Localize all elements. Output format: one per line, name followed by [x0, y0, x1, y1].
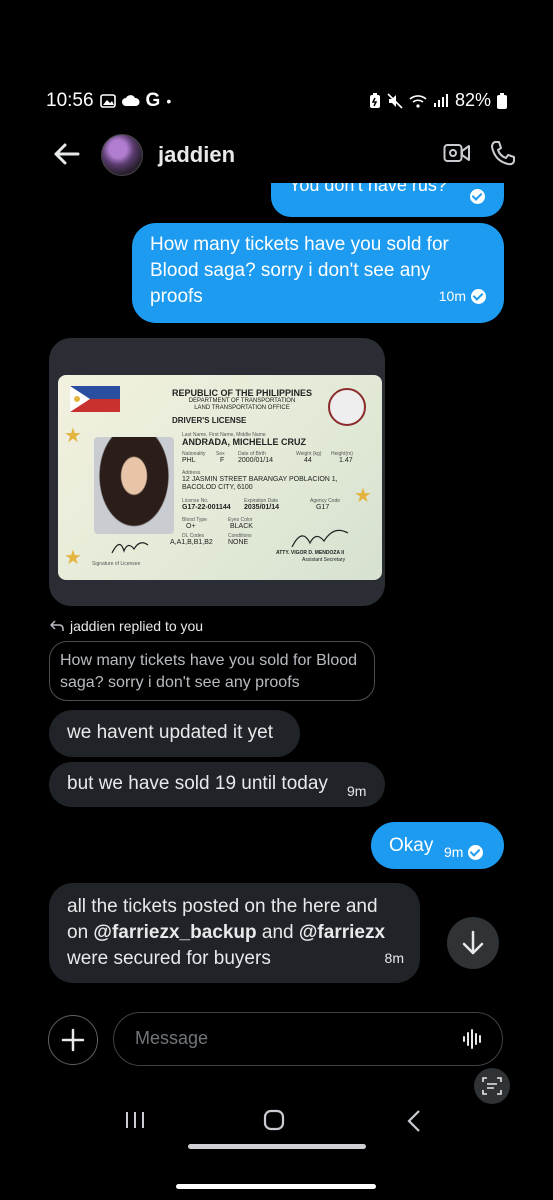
dob: 2000/01/14 [238, 457, 274, 464]
back-arrow-icon[interactable] [50, 138, 82, 170]
message-bubble-outgoing-cut[interactable]: You don't have rus? [271, 183, 504, 217]
message-bubble-incoming[interactable]: we havent updated it yet [49, 710, 300, 757]
quoted-text: How many tickets have you sold for Blood… [60, 652, 358, 691]
message-time: 9m [347, 783, 367, 799]
nationality: PHL [182, 457, 196, 464]
phone-call-icon[interactable] [489, 139, 517, 167]
back-nav-icon[interactable] [405, 1108, 423, 1134]
weight: 44 [304, 457, 312, 464]
recent-apps-icon[interactable] [123, 1108, 147, 1132]
reply-label: jaddien replied to you [70, 618, 204, 634]
officer-title: Assistant Secretary [302, 557, 346, 563]
drivers-license-image: REPUBLIC OF THE PHILIPPINES DEPARTMENT O… [58, 375, 382, 580]
status-bar-right: 82% [369, 90, 507, 111]
home-icon[interactable] [262, 1108, 286, 1132]
expiration-date: 2035/01/14 [244, 504, 280, 511]
message-line-2: on @farriezx_backup and @farriezx [67, 920, 407, 946]
star-icon: ★ [354, 485, 372, 507]
philippine-flag-icon [70, 386, 120, 412]
message-line-3: were secured for buyers [67, 948, 271, 969]
message-fragment: and [256, 922, 299, 943]
message-text: Okay [389, 835, 434, 856]
message-text: we havent updated it yet [67, 722, 273, 743]
height: 1.47 [339, 457, 353, 464]
scan-text-button[interactable] [474, 1068, 510, 1104]
agency-code: G17 [316, 504, 330, 511]
message-bubble-incoming[interactable]: all the tickets posted on the here and o… [49, 883, 420, 983]
license-header: REPUBLIC OF THE PHILIPPINES DEPARTMENT O… [142, 389, 342, 412]
reply-arrow-icon [50, 620, 64, 631]
home-indicator[interactable] [176, 1184, 376, 1189]
mute-icon [387, 92, 403, 109]
message-text: You don't have rus? [289, 183, 447, 195]
message-text: but we have sold 19 until today [67, 773, 328, 794]
message-meta: 10m [439, 283, 486, 309]
blood-type: O+ [186, 523, 196, 530]
cloud-icon [121, 95, 140, 106]
license-title: DRIVER'S LICENSE [172, 416, 247, 425]
signature-image [111, 542, 149, 554]
signal-icon [433, 93, 448, 107]
battery-saver-icon [369, 92, 380, 108]
mention-link[interactable]: @farriezx [299, 922, 385, 943]
license-name: ANDRADA, MICHELLE CRUZ [182, 437, 306, 447]
message-time: 8m [384, 950, 404, 966]
google-icon: G [145, 90, 161, 111]
mention-link[interactable]: @farriezx_backup [93, 922, 256, 943]
license-dept: DEPARTMENT OF TRANSPORTATION [188, 398, 296, 404]
lto-seal-icon [328, 388, 366, 426]
address-line-2: BACOLOD CITY, 6100 [182, 484, 253, 491]
notification-dot: • [166, 93, 172, 109]
status-time: 10:56 [46, 90, 94, 111]
gallery-icon [99, 94, 116, 108]
conditions: NONE [228, 539, 249, 546]
message-text: all the tickets posted on the here and o… [67, 894, 407, 972]
read-check-icon [468, 844, 484, 860]
license-republic: REPUBLIC OF THE PHILIPPINES [171, 388, 312, 398]
license-office: LAND TRANSPORTATION OFFICE [194, 405, 290, 411]
voice-message-icon[interactable] [462, 1027, 484, 1051]
gesture-handle[interactable] [188, 1144, 366, 1149]
read-check-icon [470, 189, 485, 204]
video-call-icon[interactable] [443, 141, 471, 165]
sex: F [220, 457, 225, 464]
dl-codes: A,A1,B,B1,B2 [170, 539, 213, 546]
read-check-icon [471, 288, 486, 304]
message-input[interactable]: Message [113, 1012, 503, 1066]
message-text: How many tickets have you sold for Blood… [150, 234, 449, 307]
scroll-to-bottom-button[interactable] [447, 917, 499, 969]
star-icon: ★ [64, 425, 82, 447]
battery-percent: 82% [454, 90, 491, 110]
conversation-name[interactable]: jaddien [158, 142, 235, 168]
status-bar-left: 10:56 G • [46, 90, 171, 112]
arrow-down-icon [462, 930, 484, 955]
message-line-1: all the tickets posted on the here and [67, 896, 378, 917]
photo-message[interactable]: REPUBLIC OF THE PHILIPPINES DEPARTMENT O… [49, 338, 385, 606]
battery-icon [497, 92, 507, 109]
message-bubble-incoming[interactable]: but we have sold 19 until today 9m [49, 762, 385, 807]
avatar[interactable] [101, 134, 143, 176]
message-bubble-outgoing[interactable]: How many tickets have you sold for Blood… [132, 223, 504, 323]
address-line-1: 12 JASMIN STREET BARANGAY POBLACION 1, [182, 476, 338, 483]
license-number: G17-22-001144 [182, 504, 231, 511]
quoted-message[interactable]: How many tickets have you sold for Blood… [49, 641, 375, 701]
officer-signature-image [291, 529, 349, 548]
reply-indicator: jaddien replied to you [50, 618, 203, 634]
message-bubble-outgoing[interactable]: Okay 9m [371, 822, 504, 869]
plus-icon [61, 1028, 85, 1052]
message-time: 9m [444, 844, 464, 860]
message-meta: 9m [444, 839, 484, 865]
message-time: 10m [438, 288, 466, 304]
add-attachment-button[interactable] [48, 1015, 98, 1065]
wifi-icon [409, 94, 427, 108]
signature-label: Signature of Licensee [92, 561, 141, 567]
license-photo [94, 437, 174, 534]
scan-text-icon [482, 1077, 502, 1095]
message-placeholder: Message [135, 1028, 209, 1048]
eyes-color: BLACK [230, 523, 253, 530]
message-fragment: on [67, 922, 94, 943]
star-icon: ★ [64, 547, 82, 569]
